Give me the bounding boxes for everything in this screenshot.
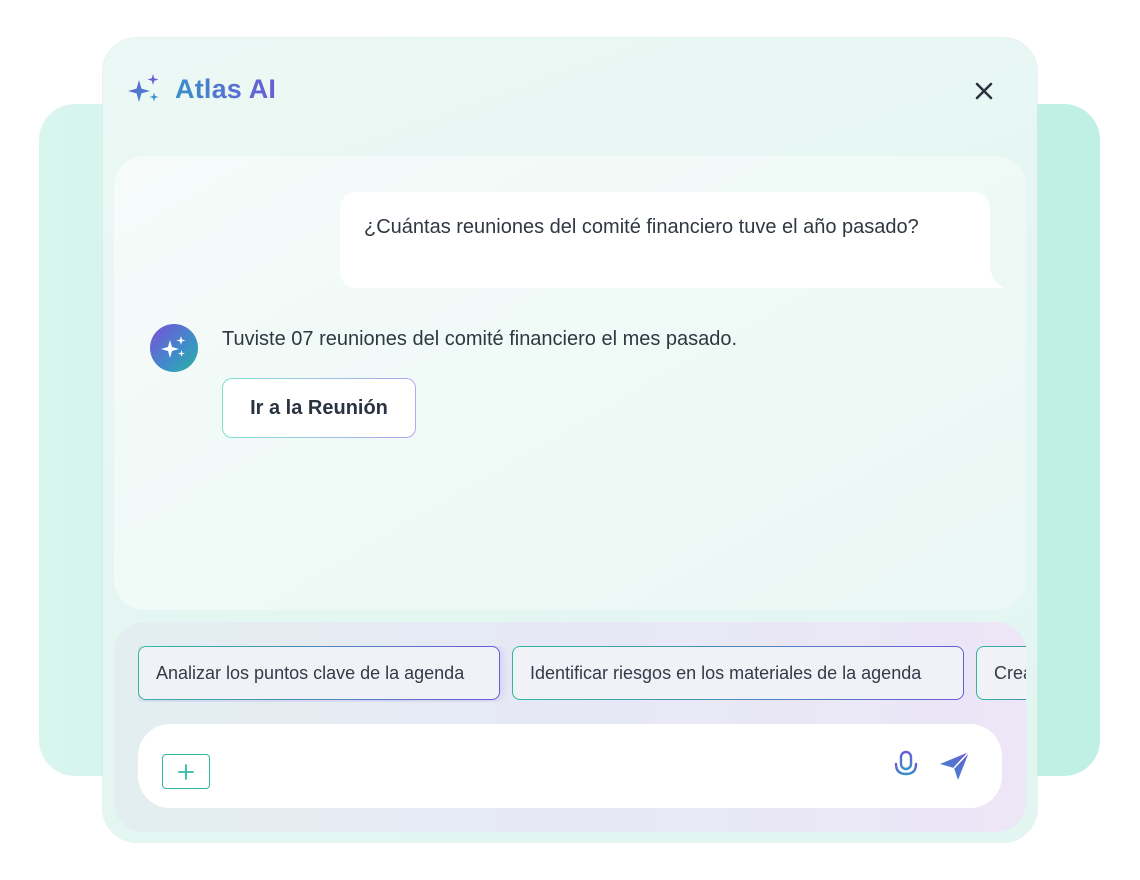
microphone-icon[interactable] (890, 750, 922, 782)
go-to-meeting-button[interactable]: Ir a la Reunión (222, 378, 416, 438)
composer-area: Analizar los puntos clave de la agenda I… (114, 622, 1026, 832)
bubble-tail (986, 268, 1004, 288)
panel-header: Atlas AI (103, 38, 1037, 142)
chat-area: ¿Cuántas reuniones del comité financiero… (114, 156, 1026, 610)
close-icon (975, 82, 993, 100)
assistant-panel: Atlas AI ¿Cuántas reuniones del comité f… (103, 38, 1037, 842)
suggestion-chips: Analizar los puntos clave de la agenda I… (138, 646, 1026, 702)
suggestion-chip[interactable]: Crea (976, 646, 1026, 700)
user-message: ¿Cuántas reuniones del comité financiero… (340, 192, 990, 288)
suggestion-chip[interactable]: Identificar riesgos en los materiales de… (512, 646, 964, 700)
app-title: Atlas AI (175, 74, 277, 104)
suggestion-chip[interactable]: Analizar los puntos clave de la agenda (138, 646, 500, 700)
sparkles-icon (161, 336, 186, 358)
message-input[interactable] (228, 746, 872, 788)
sparkles-icon (128, 74, 159, 102)
close-button[interactable] (969, 76, 999, 106)
attach-button[interactable] (162, 754, 210, 789)
plus-icon (178, 763, 194, 780)
send-icon[interactable] (938, 750, 972, 782)
message-input-bar (138, 724, 1002, 808)
ai-response: Tuviste 07 reuniones del comité financie… (222, 328, 738, 350)
ai-avatar (150, 324, 198, 372)
